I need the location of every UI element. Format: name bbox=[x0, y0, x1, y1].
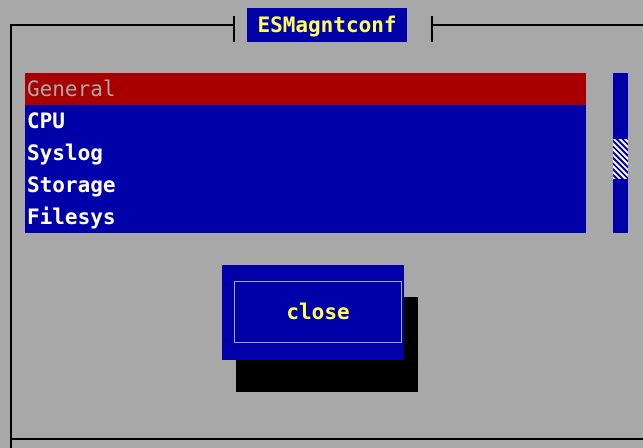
dialog-border-top-right bbox=[431, 24, 643, 26]
menu-item-general[interactable]: General bbox=[25, 73, 586, 105]
menu-item-storage[interactable]: Storage bbox=[25, 169, 586, 201]
title-left-tick bbox=[233, 16, 235, 42]
menu-item-cpu[interactable]: CPU bbox=[25, 105, 586, 137]
dialog-title-wrap: ESMagntconf bbox=[233, 8, 434, 42]
title-right-tick bbox=[431, 16, 433, 42]
list-scrollbar[interactable] bbox=[613, 73, 628, 233]
dialog-title: ESMagntconf bbox=[257, 13, 397, 37]
dialog-title-bar: ESMagntconf bbox=[247, 8, 407, 42]
dialog-border-top-left bbox=[10, 24, 234, 26]
menu-item-filesys[interactable]: Filesys bbox=[25, 201, 586, 233]
menu-item-syslog[interactable]: Syslog bbox=[25, 137, 586, 169]
close-button[interactable]: close bbox=[222, 265, 404, 360]
scrollbar-thumb[interactable] bbox=[613, 139, 628, 179]
dialog-border-left bbox=[10, 24, 12, 448]
menu-list[interactable]: General CPU Syslog Storage Filesys bbox=[25, 73, 586, 233]
dialog-border-bottom bbox=[10, 438, 643, 440]
close-button-label: close bbox=[286, 300, 350, 324]
